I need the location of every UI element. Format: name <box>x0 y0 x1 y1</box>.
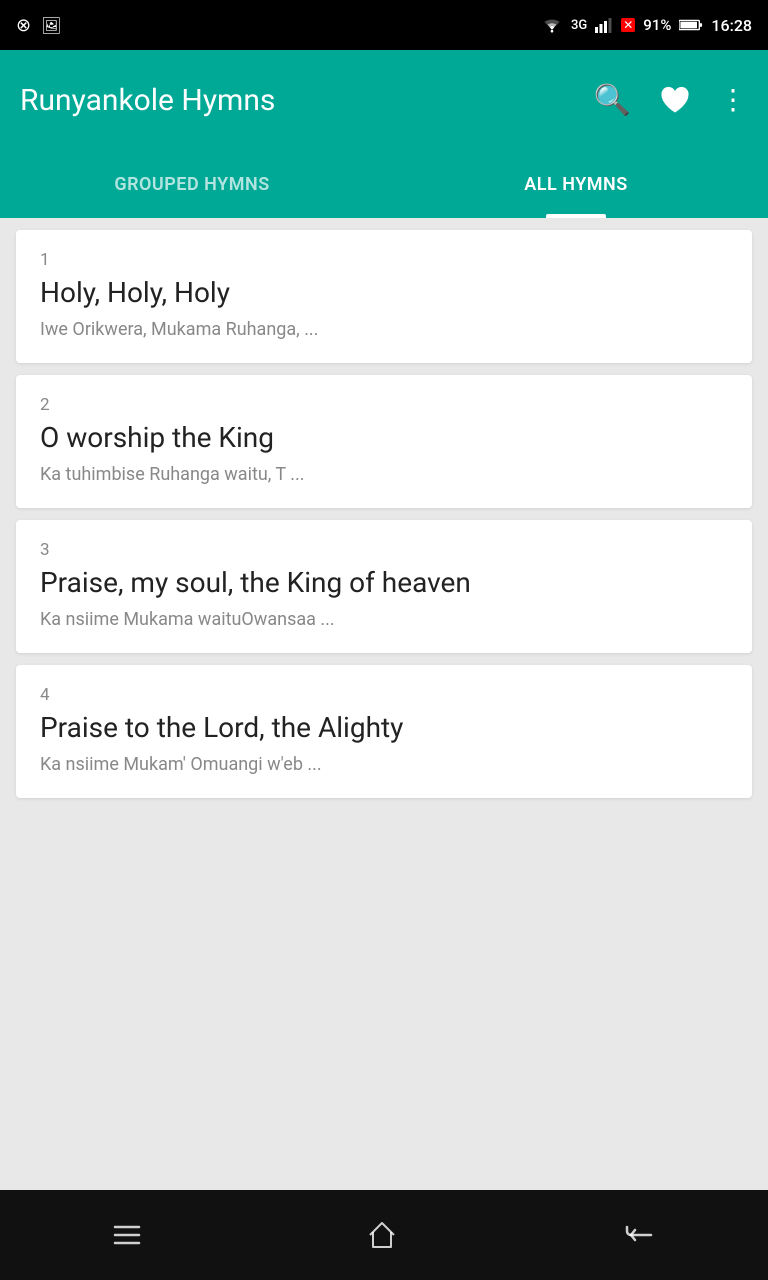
hymn-card-1[interactable]: 1 Holy, Holy, Holy Iwe Orikwera, Mukama … <box>16 230 752 363</box>
hymn-title-3: Praise, my soul, the King of heaven <box>40 566 728 600</box>
8ball-icon: ⊗ <box>16 15 31 36</box>
hymn-card-2[interactable]: 2 O worship the King Ka tuhimbise Ruhang… <box>16 375 752 508</box>
status-bar: ⊗ 🖼 3G ✕ 91% 16:28 <box>0 0 768 50</box>
menu-icon[interactable] <box>109 1217 145 1253</box>
more-vert-icon[interactable]: ⋮ <box>719 86 748 114</box>
status-bar-right: 3G ✕ 91% 16:28 <box>541 16 752 35</box>
hymn-number-4: 4 <box>40 685 728 705</box>
tab-bar: GROUPED HYMNS ALL HYMNS <box>0 150 768 218</box>
battery-percent: 91% <box>643 16 671 34</box>
tab-all-hymns[interactable]: ALL HYMNS <box>384 150 768 218</box>
sim-icon: ✕ <box>621 18 635 32</box>
hymn-subtitle-1: Iwe Orikwera, Mukama Ruhanga, ... <box>40 318 728 341</box>
tab-grouped-hymns[interactable]: GROUPED HYMNS <box>0 150 384 218</box>
home-icon[interactable] <box>364 1217 400 1253</box>
hymn-title-4: Praise to the Lord, the Alighty <box>40 711 728 745</box>
app-bar: Runyankole Hymns 🔍 ⋮ <box>0 50 768 150</box>
app-bar-icons: 🔍 ⋮ <box>594 83 748 118</box>
hymn-title-2: O worship the King <box>40 421 728 455</box>
hymn-card-4[interactable]: 4 Praise to the Lord, the Alighty Ka nsi… <box>16 665 752 798</box>
hymn-subtitle-3: Ka nsiime Mukama waituOwansaa ... <box>40 608 728 631</box>
hymn-list: 1 Holy, Holy, Holy Iwe Orikwera, Mukama … <box>0 218 768 1190</box>
image-icon: 🖼 <box>41 16 61 35</box>
hymn-number-1: 1 <box>40 250 728 270</box>
search-icon[interactable]: 🔍 <box>594 83 631 118</box>
app-title: Runyankole Hymns <box>20 83 594 118</box>
hymn-subtitle-2: Ka tuhimbise Ruhanga waitu, T ... <box>40 463 728 486</box>
bottom-nav <box>0 1190 768 1280</box>
hymn-card-3[interactable]: 3 Praise, my soul, the King of heaven Ka… <box>16 520 752 653</box>
hymn-subtitle-4: Ka nsiime Mukam' Omuangi w'eb ... <box>40 753 728 776</box>
battery-icon <box>679 18 703 32</box>
time-label: 16:28 <box>711 16 752 35</box>
heart-icon[interactable] <box>659 85 691 115</box>
hymn-title-1: Holy, Holy, Holy <box>40 276 728 310</box>
signal-label: 3G <box>571 18 587 33</box>
signal-bars-icon <box>595 17 613 33</box>
back-icon[interactable] <box>619 1217 659 1253</box>
status-bar-left: ⊗ 🖼 <box>16 15 61 36</box>
wifi-icon <box>541 17 563 33</box>
hymn-number-2: 2 <box>40 395 728 415</box>
hymn-number-3: 3 <box>40 540 728 560</box>
